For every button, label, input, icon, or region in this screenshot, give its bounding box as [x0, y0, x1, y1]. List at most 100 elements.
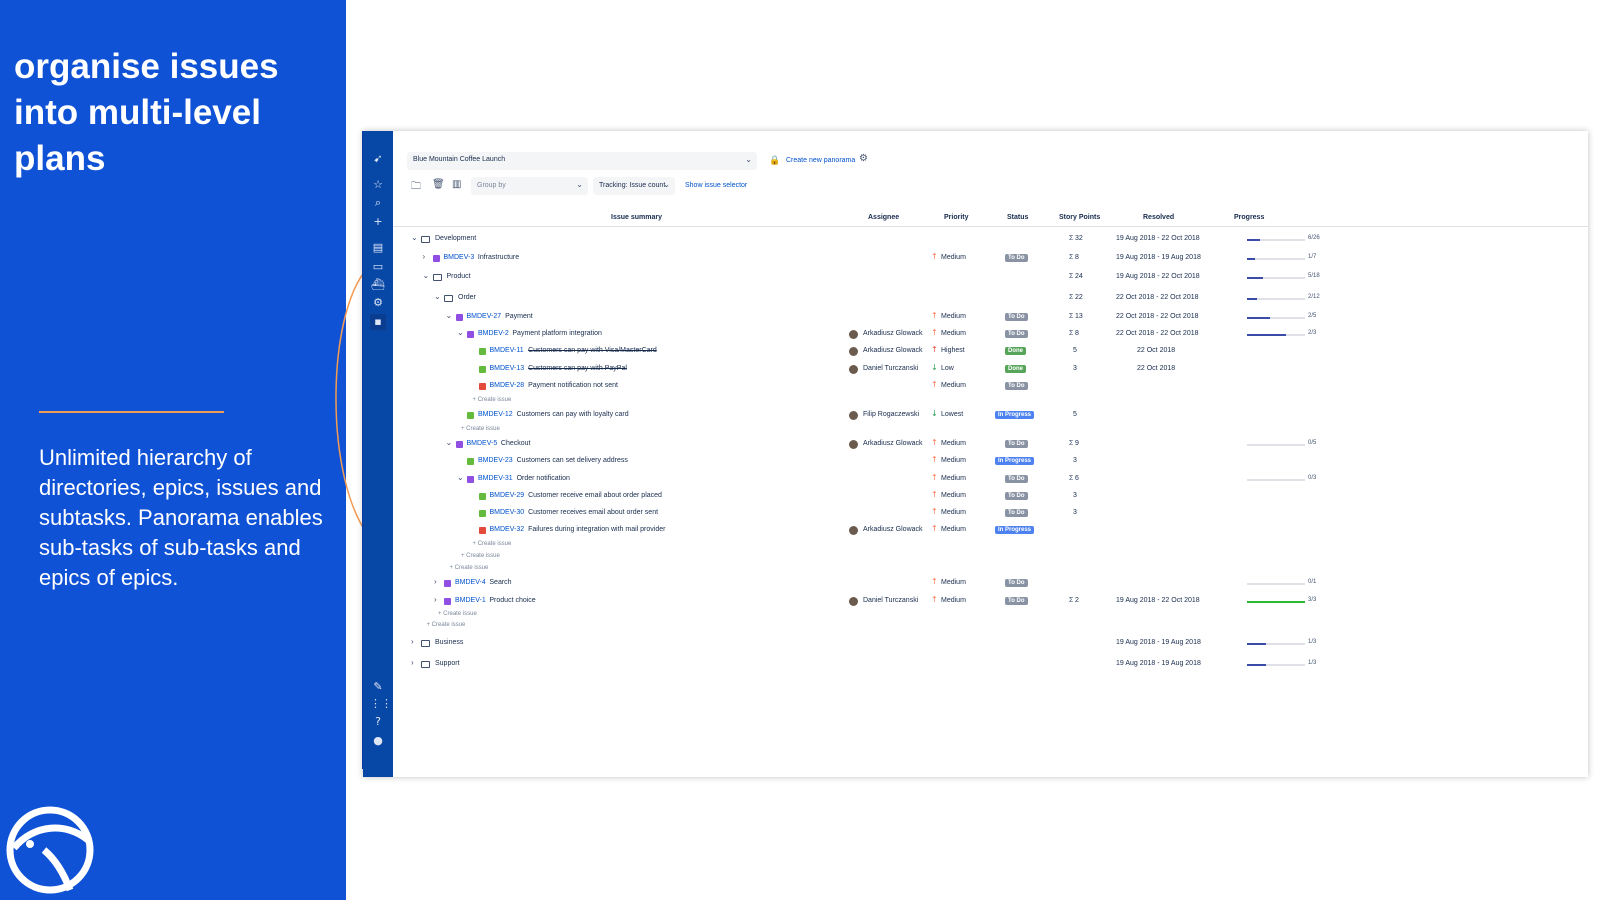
status-badge[interactable]: To Do	[1005, 330, 1028, 338]
folder-icon[interactable]: ▭	[370, 259, 386, 275]
col-story-points[interactable]: Story Points	[1059, 214, 1100, 221]
chevron-down-icon[interactable]: ⌄	[446, 438, 453, 447]
columns-icon[interactable]: ▥	[452, 179, 461, 190]
status-badge[interactable]: In Progress	[995, 457, 1035, 465]
board-icon[interactable]: ▤	[370, 240, 386, 256]
table-row[interactable]: ⌄ BMDEV-31 Order notification ↑ Medium To Do Σ…	[393, 473, 1588, 487]
folder-name[interactable]: Order	[458, 294, 476, 301]
chevron-down-icon[interactable]: ⌄	[446, 311, 453, 320]
issue-key[interactable]: BMDEV-1	[455, 597, 486, 604]
help-icon[interactable]: ?	[370, 714, 386, 730]
issue-summary[interactable]: Search	[489, 579, 511, 586]
issue-summary[interactable]: Customers can pay with loyalty card	[517, 411, 629, 418]
create-issue-link[interactable]: + Create issue	[427, 622, 466, 628]
chevron-right-icon[interactable]: ›	[411, 658, 414, 667]
assignee-name[interactable]: Filip Rogaczewski	[863, 411, 919, 418]
folder-name[interactable]: Support	[435, 660, 460, 667]
table-row[interactable]: BMDEV-30 Customer receives email about or…	[393, 507, 1588, 521]
assignee-name[interactable]: Daniel Turczanski	[863, 597, 918, 604]
chevron-down-icon[interactable]: ⌄	[457, 473, 464, 482]
issue-key[interactable]: BMDEV-12	[478, 411, 513, 418]
panorama-app-icon[interactable]: ▪	[370, 314, 386, 330]
issue-key[interactable]: BMDEV-23	[478, 457, 513, 464]
chevron-right-icon[interactable]: ›	[434, 595, 437, 604]
chevron-right-icon[interactable]: ›	[423, 252, 426, 261]
create-issue-link[interactable]: + Create issue	[438, 611, 477, 617]
issue-summary[interactable]: Customers can set delivery address	[517, 457, 628, 464]
create-issue-link[interactable]: + Create issue	[461, 426, 500, 432]
col-issue-summary[interactable]: Issue summary	[611, 214, 662, 221]
assignee-name[interactable]: Arkadiusz Glowack	[863, 347, 923, 354]
folder-row[interactable]: ⌄ Order Σ 22 22 Oct 2018 - 22 Oct 2018 2/12	[393, 292, 1588, 306]
plus-icon[interactable]: +	[370, 214, 386, 230]
star-icon[interactable]: ☆	[370, 177, 386, 193]
trash-icon[interactable]: 🗑	[432, 179, 445, 190]
create-issue-link[interactable]: + Create issue	[473, 541, 512, 547]
issue-summary[interactable]: Customers can pay with PayPal	[528, 365, 627, 372]
folder-row[interactable]: ⌄ Product Σ 24 19 Aug 2018 - 22 Oct 2018 5/18	[393, 271, 1588, 285]
chevron-down-icon[interactable]: ⌄	[457, 328, 464, 337]
status-badge[interactable]: To Do	[1005, 440, 1028, 448]
create-issue-link[interactable]: + Create issue	[450, 565, 489, 571]
folder-row[interactable]: › Support 19 Aug 2018 - 19 Aug 2018 1/3	[393, 658, 1588, 672]
create-issue-link[interactable]: + Create issue	[473, 397, 512, 403]
issue-summary[interactable]: Customers can pay with Visa/MasterCard	[528, 347, 657, 354]
issue-summary[interactable]: Payment notification not sent	[528, 382, 618, 389]
issue-summary[interactable]: Payment	[505, 313, 533, 320]
folder-name[interactable]: Product	[447, 273, 471, 280]
assignee-name[interactable]: Arkadiusz Glowack	[863, 440, 923, 447]
issue-key[interactable]: BMDEV-30	[490, 509, 525, 516]
create-issue-link[interactable]: + Create issue	[461, 553, 500, 559]
issue-key[interactable]: BMDEV-31	[478, 475, 513, 482]
table-row[interactable]: BMDEV-28 Payment notification not sent ↑ Me…	[393, 380, 1588, 394]
issue-key[interactable]: BMDEV-27	[467, 313, 502, 320]
table-row[interactable]: › BMDEV-3 Infrastructure ↑ Medium To Do Σ 8 19 A…	[393, 252, 1588, 266]
status-badge[interactable]: To Do	[1005, 254, 1028, 262]
table-row[interactable]: BMDEV-13 Customers can pay with PayPal Dan…	[393, 363, 1588, 377]
group-by-select[interactable]: Group by ⌄	[471, 177, 588, 195]
col-resolved[interactable]: Resolved	[1143, 214, 1174, 221]
chevron-down-icon[interactable]: ⌄	[411, 233, 418, 242]
issue-key[interactable]: BMDEV-3	[444, 254, 475, 261]
status-badge[interactable]: Done	[1005, 365, 1026, 373]
app-grid-icon[interactable]: ⋮⋮	[370, 696, 392, 712]
chevron-down-icon[interactable]: ⌄	[423, 271, 430, 280]
issue-key[interactable]: BMDEV-28	[490, 382, 525, 389]
issue-key[interactable]: BMDEV-2	[478, 330, 509, 337]
table-row[interactable]: › BMDEV-4 Search ↑ Medium To Do 0/1	[393, 577, 1588, 591]
issue-key[interactable]: BMDEV-29	[490, 492, 525, 499]
issue-summary[interactable]: Failures during integration with mail pr…	[528, 526, 665, 533]
issue-key[interactable]: BMDEV-32	[490, 526, 525, 533]
folder-row[interactable]: ⌄ Development Σ 32 19 Aug 2018 - 22 Oct 2018…	[393, 233, 1588, 247]
issue-key[interactable]: BMDEV-4	[455, 579, 486, 586]
table-row[interactable]: › BMDEV-1 Product choice Daniel Turczanski ↑…	[393, 595, 1588, 609]
issue-summary[interactable]: Infrastructure	[478, 254, 519, 261]
status-badge[interactable]: To Do	[1005, 509, 1028, 517]
table-row[interactable]: ⌄ BMDEV-5 Checkout Arkadiusz Glowack ↑ Medium…	[393, 438, 1588, 452]
table-row[interactable]: ⌄ BMDEV-2 Payment platform integration Arka…	[393, 328, 1588, 342]
table-row[interactable]: BMDEV-11 Customers can pay with Visa/Mast…	[393, 345, 1588, 359]
col-status[interactable]: Status	[1007, 214, 1028, 221]
status-badge[interactable]: To Do	[1005, 475, 1028, 483]
table-row[interactable]: BMDEV-12 Customers can pay with loyalty c…	[393, 409, 1588, 423]
panorama-selector[interactable]: Blue Mountain Coffee Launch ⌄	[407, 152, 757, 170]
status-badge[interactable]: To Do	[1005, 313, 1028, 321]
issue-summary[interactable]: Checkout	[501, 440, 531, 447]
table-row[interactable]: BMDEV-23 Customers can set delivery addre…	[393, 455, 1588, 469]
jira-logo-icon[interactable]: ➹	[370, 151, 386, 167]
tracking-select[interactable]: Tracking: Issue count ⌄	[593, 177, 675, 195]
show-issue-selector-link[interactable]: Show issue selector	[685, 182, 747, 189]
folder-row[interactable]: › Business 19 Aug 2018 - 19 Aug 2018 1/3	[393, 637, 1588, 651]
settings-gear-icon[interactable]: ⚙	[859, 153, 868, 164]
col-assignee[interactable]: Assignee	[868, 214, 899, 221]
folder-name[interactable]: Business	[435, 639, 463, 646]
issue-key[interactable]: BMDEV-11	[490, 347, 524, 354]
issue-summary[interactable]: Order notification	[517, 475, 570, 482]
ship-icon[interactable]: ⛴	[370, 277, 386, 293]
folder-add-icon[interactable]: 🗀	[411, 179, 421, 196]
create-panorama-link[interactable]: Create new panorama	[786, 157, 855, 164]
status-badge[interactable]: In Progress	[995, 526, 1035, 534]
table-row[interactable]: BMDEV-29 Customer receive email about ord…	[393, 490, 1588, 504]
status-badge[interactable]: To Do	[1005, 579, 1028, 587]
issue-summary[interactable]: Payment platform integration	[512, 330, 602, 337]
